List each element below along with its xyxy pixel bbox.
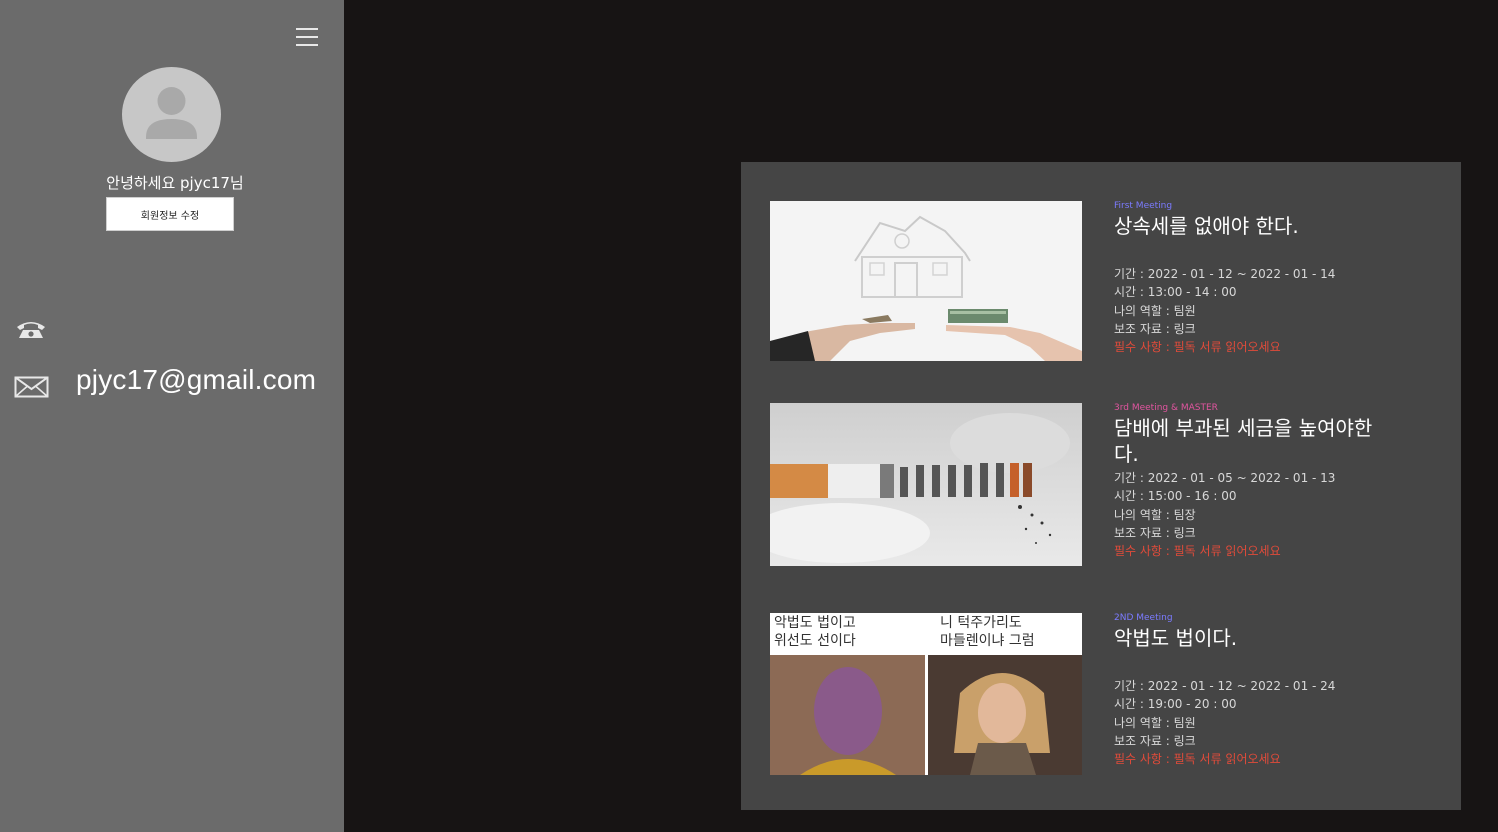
meeting-image-house <box>770 201 1082 361</box>
meeting-time: 시간 : 19:00 - 20 : 00 <box>1114 697 1237 712</box>
meeting-role: 나의 역할 : 팀장 <box>1114 507 1196 522</box>
meeting-time: 시간 : 15:00 - 16 : 00 <box>1114 489 1237 504</box>
meeting-title[interactable]: 악법도 법이다. <box>1114 625 1394 651</box>
meeting-period: 기간 : 2022 - 01 - 05 ~ 2022 - 01 - 13 <box>1114 471 1336 485</box>
phone-icon <box>14 318 48 342</box>
meeting-tag: 2ND Meeting <box>1114 613 1173 623</box>
meme-text: 악법도 법이고 <box>774 615 856 631</box>
greeting-text: 안녕하세요 pjyc17님 <box>106 174 244 192</box>
meeting-required: 필수 사항 : 필독 서류 읽어오세요 <box>1114 544 1281 559</box>
meeting-material[interactable]: 보조 자료 : 링크 <box>1114 524 1394 542</box>
email-text[interactable]: pjyc17@gmail.com <box>76 364 316 396</box>
meeting-material[interactable]: 보조 자료 : 링크 <box>1114 732 1394 750</box>
sidebar: 안녕하세요 pjyc17님 회원정보 수정 pjyc17@gmail.com <box>0 0 344 832</box>
meme-text: 위선도 선이다 <box>774 633 856 649</box>
meeting-image-meme: 악법도 법이고 위선도 선이다 니 턱주가리도 마들렌이냐 그럼 <box>770 613 1082 775</box>
meeting-time: 시간 : 13:00 - 14 : 00 <box>1114 285 1237 300</box>
meeting-role: 나의 역할 : 팀원 <box>1114 715 1196 730</box>
meme-text: 마들렌이냐 그럼 <box>940 633 1035 649</box>
mail-icon <box>14 375 49 399</box>
meeting-tag: 3rd Meeting & MASTER <box>1114 403 1218 413</box>
edit-profile-button[interactable]: 회원정보 수정 <box>106 197 234 231</box>
menu-icon[interactable] <box>296 28 318 46</box>
meeting-period: 기간 : 2022 - 01 - 12 ~ 2022 - 01 - 14 <box>1114 267 1336 281</box>
meeting-list-panel: First Meeting 상속세를 없애야 한다. 기간 : 2022 - 0… <box>741 162 1461 810</box>
meeting-role: 나의 역할 : 팀원 <box>1114 303 1196 318</box>
meeting-period: 기간 : 2022 - 01 - 12 ~ 2022 - 01 - 24 <box>1114 679 1336 693</box>
meeting-tag: First Meeting <box>1114 201 1173 211</box>
meeting-required: 필수 사항 : 필독 서류 읽어오세요 <box>1114 340 1281 355</box>
meeting-material[interactable]: 보조 자료 : 링크 <box>1114 320 1394 338</box>
meme-text: 니 턱주가리도 <box>940 615 1022 631</box>
meeting-required: 필수 사항 : 필독 서류 읽어오세요 <box>1114 752 1281 767</box>
meeting-title[interactable]: 담배에 부과된 세금을 높여야한다. <box>1114 415 1394 467</box>
meeting-image-cigarette <box>770 403 1082 566</box>
meeting-title[interactable]: 상속세를 없애야 한다. <box>1114 213 1394 239</box>
avatar <box>122 67 221 162</box>
